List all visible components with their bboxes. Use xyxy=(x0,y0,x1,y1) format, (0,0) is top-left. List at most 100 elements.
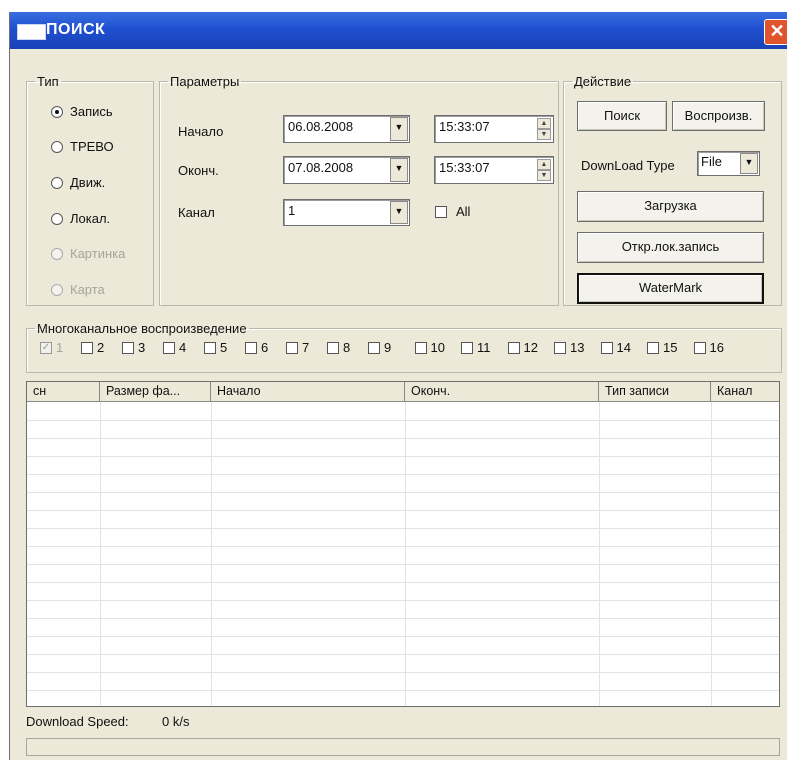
channel-checkbox-label: 14 xyxy=(616,340,631,355)
channel-checkbox-8[interactable] xyxy=(327,342,339,354)
channel-checkbox-label: 10 xyxy=(430,340,445,355)
spin-down-icon[interactable]: ▼ xyxy=(537,129,551,140)
channel-checkbox-13[interactable] xyxy=(554,342,566,354)
column-header-start[interactable]: Начало xyxy=(211,382,405,402)
channel-checkbox-label: 2 xyxy=(97,340,105,355)
channel-label: Канал xyxy=(178,205,215,220)
channel-checkbox-16[interactable] xyxy=(693,342,706,354)
table-row xyxy=(27,672,779,673)
spin-down-icon[interactable]: ▼ xyxy=(537,170,551,181)
column-header-file-size[interactable]: Размер фа... xyxy=(100,382,211,402)
column-header-end[interactable]: Оконч. xyxy=(405,382,599,402)
radio-card-label: Карта xyxy=(70,282,105,297)
type-group-legend: Тип xyxy=(37,74,59,89)
channel-checkbox-5[interactable] xyxy=(204,342,216,354)
channel-checkbox-label: 1 xyxy=(56,340,64,355)
chevron-down-icon[interactable]: ▼ xyxy=(390,201,408,224)
radio-alarm[interactable] xyxy=(51,141,63,153)
channel-checkbox-2[interactable] xyxy=(81,342,93,354)
channel-checkbox-label: 15 xyxy=(663,340,678,355)
download-type-label: DownLoad Type xyxy=(581,158,675,173)
start-time-value: 15:33:07 xyxy=(439,119,490,134)
download-progress-bar xyxy=(26,738,780,756)
parameters-group-legend: Параметры xyxy=(170,74,240,89)
channel-checkbox-1: ✓ xyxy=(40,342,52,354)
channel-checkbox-7[interactable] xyxy=(286,342,298,354)
table-row xyxy=(27,636,779,637)
table-row xyxy=(27,618,779,619)
title-bar[interactable]: ПОИСК ✕ xyxy=(10,12,787,49)
action-group-legend: Действие xyxy=(574,74,632,89)
channel-checkbox-14[interactable] xyxy=(600,342,613,354)
grid-column-line xyxy=(100,402,101,706)
table-row xyxy=(27,654,779,655)
channel-checkbox-4[interactable] xyxy=(163,342,175,354)
end-time-spinner[interactable]: 15:33:07 ▲ ▼ xyxy=(434,156,554,184)
download-speed-label: Download Speed: xyxy=(26,714,129,729)
spin-up-icon[interactable]: ▲ xyxy=(537,159,551,170)
table-row xyxy=(27,492,779,493)
start-label: Начало xyxy=(178,124,224,139)
column-header-channel[interactable]: Канал xyxy=(711,382,779,402)
start-date-value: 06.08.2008 xyxy=(288,119,354,134)
channel-checkbox-label: 11 xyxy=(477,340,491,355)
parameters-group: Параметры xyxy=(159,74,559,306)
play-button[interactable]: Воспроизв. xyxy=(672,101,765,131)
channel-checkbox-label: 13 xyxy=(570,340,585,355)
table-row xyxy=(27,456,779,457)
table-row xyxy=(27,438,779,439)
download-button[interactable]: Загрузка xyxy=(577,191,764,222)
end-time-value: 15:33:07 xyxy=(439,160,490,175)
download-type-value: File xyxy=(701,154,722,169)
radio-record[interactable] xyxy=(51,106,63,118)
channel-checkbox-label: 4 xyxy=(179,340,187,355)
chevron-down-icon[interactable]: ▼ xyxy=(390,117,408,141)
client-area: Тип Запись ТРЕВО Движ. Локал. Картинка К… xyxy=(10,49,787,760)
radio-local[interactable] xyxy=(51,213,63,225)
watermark-button[interactable]: WaterMark xyxy=(577,273,764,304)
radio-motion[interactable] xyxy=(51,177,63,189)
channel-checkbox-6[interactable] xyxy=(245,342,257,354)
channel-checkbox-label: 7 xyxy=(302,340,310,355)
end-date-picker[interactable]: 07.08.2008 ▼ xyxy=(283,156,410,184)
radio-alarm-label: ТРЕВО xyxy=(70,139,114,154)
all-channels-checkbox[interactable] xyxy=(435,206,447,218)
channel-checkbox-label: 6 xyxy=(261,340,269,355)
radio-picture-label: Картинка xyxy=(70,246,126,261)
multichannel-group-legend: Многоканальное воспроизведение xyxy=(37,321,247,336)
channel-checkbox-10[interactable] xyxy=(414,342,427,354)
table-row xyxy=(27,690,779,691)
grid-column-line xyxy=(211,402,212,706)
open-local-record-button[interactable]: Откр.лок.запись xyxy=(577,232,764,263)
results-table[interactable]: сн Размер фа... Начало Оконч. Тип записи… xyxy=(26,381,780,707)
radio-motion-label: Движ. xyxy=(70,175,106,190)
channel-value: 1 xyxy=(288,203,296,218)
download-type-select[interactable]: File ▼ xyxy=(697,151,760,176)
radio-local-label: Локал. xyxy=(70,211,111,226)
end-label: Оконч. xyxy=(178,163,219,178)
chevron-down-icon[interactable]: ▼ xyxy=(390,158,408,182)
channel-checkbox-label: 16 xyxy=(709,340,724,355)
column-header-record-type[interactable]: Тип записи xyxy=(599,382,711,402)
start-date-picker[interactable]: 06.08.2008 ▼ xyxy=(283,115,410,143)
close-button[interactable]: ✕ xyxy=(764,19,787,45)
channel-checkbox-3[interactable] xyxy=(122,342,134,354)
channel-checkbox-12[interactable] xyxy=(507,342,520,354)
column-header-ch[interactable]: сн xyxy=(27,382,100,402)
channel-checkbox-9[interactable] xyxy=(368,342,380,354)
channel-select[interactable]: 1 ▼ xyxy=(283,199,410,226)
channel-checkbox-label: 12 xyxy=(523,340,538,355)
channel-checkbox-11[interactable] xyxy=(461,342,473,354)
chevron-down-icon[interactable]: ▼ xyxy=(740,153,758,174)
search-button[interactable]: Поиск xyxy=(577,101,667,131)
spin-up-icon[interactable]: ▲ xyxy=(537,118,551,129)
download-speed-value: 0 k/s xyxy=(162,714,190,729)
channel-checkbox-label: 3 xyxy=(138,340,146,355)
grid-column-line xyxy=(599,402,600,706)
table-row xyxy=(27,546,779,547)
channel-checkbox-15[interactable] xyxy=(647,342,659,354)
start-time-spinner[interactable]: 15:33:07 ▲ ▼ xyxy=(434,115,554,143)
window-title: ПОИСК xyxy=(46,21,106,38)
radio-picture xyxy=(51,248,63,260)
table-row xyxy=(27,510,779,511)
